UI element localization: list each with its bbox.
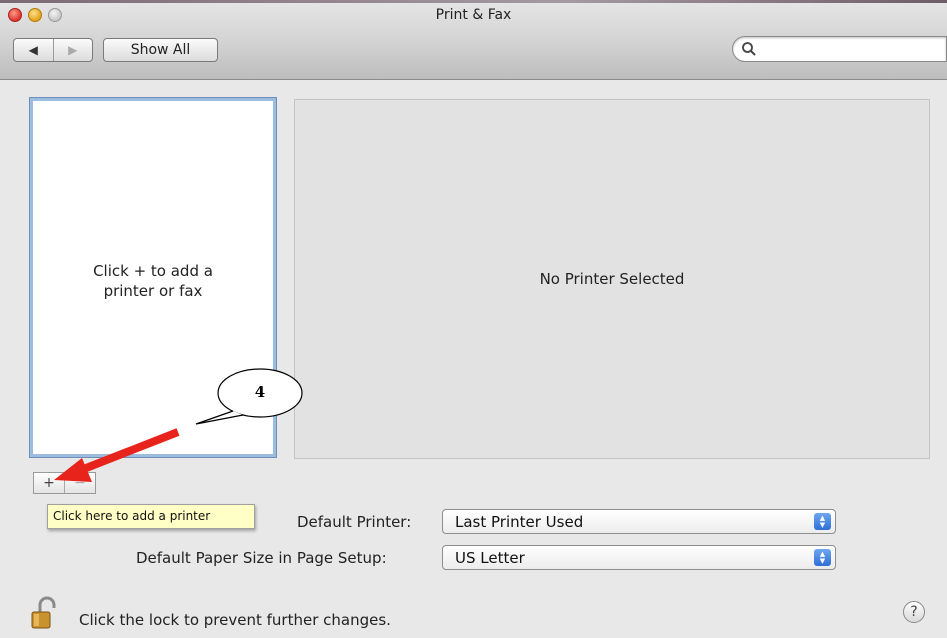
up-down-arrows-icon: ▲ ▼ xyxy=(814,549,831,566)
print-fax-window: Print & Fax ◀ ▶ Show All Click + to add … xyxy=(0,0,947,638)
step-number: 4 xyxy=(254,383,266,401)
default-printer-value: Last Printer Used xyxy=(455,513,584,531)
toolbar: Print & Fax ◀ ▶ Show All xyxy=(0,0,947,80)
help-icon: ? xyxy=(910,604,918,620)
default-printer-popup[interactable]: Last Printer Used ▲ ▼ xyxy=(442,509,836,534)
window-title: Print & Fax xyxy=(435,7,512,23)
search-field[interactable] xyxy=(732,36,947,62)
no-printer-message: No Printer Selected xyxy=(539,270,685,288)
printer-list-empty-hint: Click + to add a printer or fax xyxy=(33,261,273,301)
help-button[interactable]: ? xyxy=(903,601,925,623)
search-icon xyxy=(742,42,756,56)
lock-message: Click the lock to prevent further change… xyxy=(79,611,391,629)
titlebar-edge xyxy=(0,0,947,3)
up-down-arrows-icon: ▲ ▼ xyxy=(814,513,831,530)
red-pointer-arrow-icon xyxy=(54,428,180,482)
paper-size-value: US Letter xyxy=(455,549,525,567)
paper-size-label: Default Paper Size in Page Setup: xyxy=(136,549,387,567)
back-forward-control: ◀ ▶ xyxy=(13,38,93,62)
empty-hint-text: Click + to add a printer or fax xyxy=(93,262,213,300)
paper-size-popup[interactable]: US Letter ▲ ▼ xyxy=(442,545,836,570)
show-all-button[interactable]: Show All xyxy=(103,38,218,62)
printer-detail-panel: No Printer Selected xyxy=(294,99,930,459)
back-button[interactable]: ◀ xyxy=(14,39,53,61)
add-printer-tooltip: Click here to add a printer xyxy=(47,504,255,529)
default-printer-label: Default Printer: xyxy=(297,513,412,531)
forward-button[interactable]: ▶ xyxy=(52,39,93,61)
lock-icon[interactable] xyxy=(30,596,60,630)
